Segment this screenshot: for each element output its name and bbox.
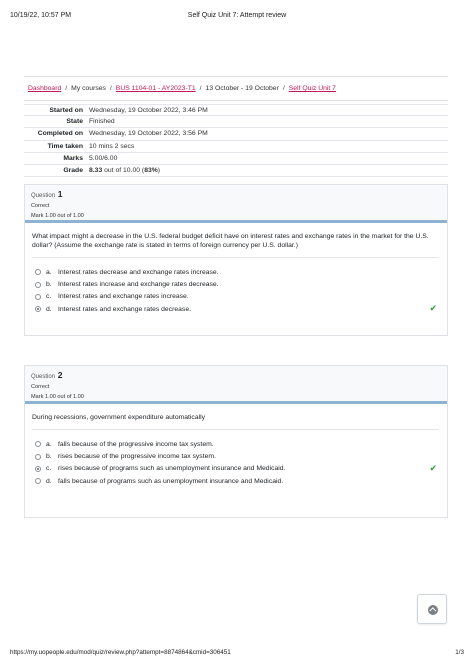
radio-button[interactable]: [35, 281, 41, 288]
summary-row-grade: Grade 8.33 out of 10.00 (83%): [24, 165, 448, 178]
summary-label: Grade: [63, 167, 83, 175]
summary-value: Wednesday, 19 October 2022, 3:56 PM: [89, 130, 208, 138]
question-num: 2: [57, 370, 63, 380]
grade-percent: 83%: [144, 167, 158, 175]
option-letter: c.: [46, 293, 52, 301]
breadcrumb-my-courses: My courses: [71, 85, 106, 92]
summary-value: 8.33 out of 10.00 (83%): [89, 167, 160, 174]
answer-list: a. Interest rates decrease and exchange r…: [32, 266, 439, 316]
option-letter: a.: [46, 440, 52, 448]
summary-value: 10 mins 2 secs: [89, 142, 135, 150]
arrow-up-circle-icon: [428, 605, 438, 615]
question-label: Question: [31, 374, 56, 380]
print-header: 10/19/22, 10:57 PM Self Quiz Unit 7: Att…: [10, 12, 464, 22]
radio-button[interactable]: [35, 478, 41, 485]
radio-button[interactable]: [35, 441, 41, 448]
question-text: During recessions, government expenditur…: [32, 413, 439, 430]
grade-close: ): [157, 167, 161, 175]
question-text: What impact might a decrease in the U.S.…: [32, 232, 439, 258]
attempt-summary: Started on Wednesday, 19 October 2022, 3…: [24, 104, 448, 178]
summary-row-time: Time taken 10 mins 2 secs: [24, 141, 448, 153]
print-url: https://my.uopeople.edu/mod/quiz/review.…: [10, 649, 231, 656]
breadcrumb: Dashboard / My courses / BUS 1104-01 - AY202…: [24, 76, 448, 101]
summary-value: Wednesday, 19 October 2022, 3:46 PM: [89, 106, 208, 114]
option-text: Interest rates and exchange rates decrea…: [58, 305, 191, 313]
option-letter: a.: [46, 268, 52, 276]
summary-row-completed: Completed on Wednesday, 19 October 2022,…: [24, 128, 448, 141]
question-number: Question 1: [31, 189, 441, 199]
answer-option-d[interactable]: d. Interest rates and exchange rates decr…: [32, 303, 439, 315]
answer-list: a. falls because of the progressive incom…: [32, 438, 439, 488]
question-number: Question 2: [31, 370, 441, 380]
breadcrumb-separator: /: [199, 85, 202, 92]
question-mark: Mark 1.00 out of 1.00: [31, 213, 84, 219]
radio-button[interactable]: [35, 269, 41, 276]
answer-option-d[interactable]: d. falls because of programs such as unem…: [32, 475, 439, 487]
scroll-to-top-button[interactable]: [417, 594, 447, 624]
question-mark: Mark 1.00 out of 1.00: [31, 394, 84, 400]
radio-button[interactable]: [35, 293, 41, 300]
breadcrumb-separator: /: [65, 85, 68, 92]
summary-label: Completed on: [37, 130, 83, 138]
option-letter: d.: [46, 477, 52, 485]
option-text: falls because of the progressive income …: [58, 440, 214, 448]
radio-button[interactable]: [35, 453, 41, 460]
answer-option-c[interactable]: c. Interest rates and exchange rates incr…: [32, 291, 439, 303]
radio-button-selected[interactable]: [35, 306, 41, 313]
question-state: Correct: [31, 384, 50, 390]
breadcrumb-course[interactable]: BUS 1104-01 - AY2023-T1: [116, 85, 196, 92]
breadcrumb-week: 13 October - 19 October: [205, 85, 279, 92]
summary-label: Started on: [49, 106, 83, 114]
answer-option-b[interactable]: b. rises because of the progressive incom…: [32, 450, 439, 462]
checkmark-icon: ✔: [429, 303, 437, 314]
question-num: 1: [57, 189, 63, 199]
summary-label: Time taken: [47, 142, 83, 150]
option-text: Interest rates and exchange rates increa…: [58, 293, 189, 301]
summary-row-state: State Finished: [24, 116, 448, 129]
question-label: Question: [31, 193, 56, 199]
answer-option-a[interactable]: a. falls because of the progressive incom…: [32, 438, 439, 450]
option-text: Interest rates increase and exchange rat…: [58, 281, 219, 289]
option-letter: c.: [46, 465, 52, 473]
option-letter: d.: [46, 305, 52, 313]
print-page-number: 1/3: [455, 649, 464, 656]
question-2: Question 2 Correct Mark 1.00 out of 1.00…: [24, 365, 448, 518]
question-info: Question 2 Correct Mark 1.00 out of 1.00: [25, 366, 447, 404]
option-letter: b.: [46, 453, 52, 461]
question-state: Correct: [31, 203, 50, 209]
breadcrumb-dashboard[interactable]: Dashboard: [28, 85, 61, 92]
answer-option-a[interactable]: a. Interest rates decrease and exchange r…: [32, 266, 439, 278]
question-content: During recessions, government expenditur…: [25, 404, 447, 496]
breadcrumb-separator: /: [282, 85, 285, 92]
summary-label: State: [66, 118, 83, 126]
summary-label: Marks: [63, 154, 83, 162]
checkmark-icon: ✔: [429, 462, 437, 473]
option-text: rises because of programs such as unempl…: [58, 465, 286, 473]
option-text: Interest rates decrease and exchange rat…: [58, 268, 219, 276]
summary-value: Finished: [89, 118, 115, 126]
option-text: rises because of the progressive income …: [58, 453, 216, 461]
grade-out-of: out of 10.00 (: [102, 167, 145, 175]
option-text: falls because of programs such as unempl…: [58, 477, 284, 485]
answer-option-c[interactable]: c. rises because of programs such as unem…: [32, 463, 439, 475]
summary-row-marks: Marks 5.00/6.00: [24, 153, 448, 165]
breadcrumb-quiz[interactable]: Self Quiz Unit 7: [289, 85, 336, 92]
print-title: Self Quiz Unit 7: Attempt review: [187, 12, 287, 19]
question-1: Question 1 Correct Mark 1.00 out of 1.00…: [24, 184, 448, 336]
question-info: Question 1 Correct Mark 1.00 out of 1.00: [25, 185, 447, 223]
question-content: What impact might a decrease in the U.S.…: [25, 223, 447, 324]
summary-value: 5.00/6.00: [89, 154, 118, 162]
grade-score: 8.33: [89, 167, 103, 175]
breadcrumb-separator: /: [109, 85, 112, 92]
radio-button-selected[interactable]: [35, 465, 41, 472]
print-footer: https://my.uopeople.edu/mod/quiz/review.…: [10, 649, 464, 659]
option-letter: b.: [46, 281, 52, 289]
answer-option-b[interactable]: b. Interest rates increase and exchange r…: [32, 278, 439, 290]
summary-row-started: Started on Wednesday, 19 October 2022, 3…: [24, 104, 448, 117]
